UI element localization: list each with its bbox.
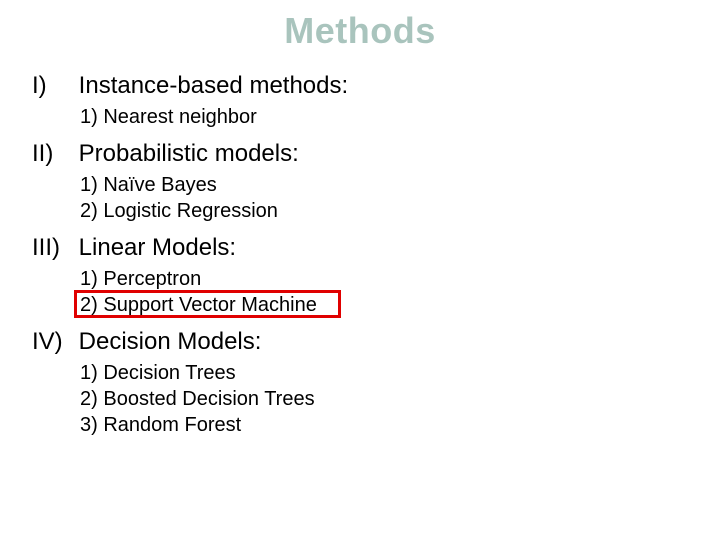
item-label: Random Forest bbox=[103, 414, 241, 436]
section-label: Instance-based methods: bbox=[79, 72, 349, 99]
section-number: II) bbox=[32, 140, 72, 168]
item-number: 1) bbox=[80, 362, 98, 385]
highlight-box bbox=[74, 290, 341, 318]
list-item: 3) Random Forest bbox=[80, 414, 241, 437]
section-linear: III) Linear Models: bbox=[32, 234, 236, 262]
section-probabilistic: II) Probabilistic models: bbox=[32, 140, 299, 168]
item-number: 3) bbox=[80, 414, 98, 437]
item-label: Logistic Regression bbox=[103, 200, 278, 222]
section-label: Linear Models: bbox=[79, 234, 236, 261]
section-number: III) bbox=[32, 234, 72, 262]
section-instance-based: I) Instance-based methods: bbox=[32, 72, 348, 100]
item-label: Naïve Bayes bbox=[103, 174, 216, 196]
item-label: Decision Trees bbox=[103, 362, 235, 384]
slide: Methods I) Instance-based methods: 1) Ne… bbox=[0, 0, 720, 540]
item-number: 1) bbox=[80, 174, 98, 197]
item-number: 2) bbox=[80, 388, 98, 411]
item-label: Nearest neighbor bbox=[103, 106, 256, 128]
list-item: 1) Perceptron bbox=[80, 268, 201, 291]
item-label: Boosted Decision Trees bbox=[103, 388, 314, 410]
item-number: 2) bbox=[80, 200, 98, 223]
section-decision: IV) Decision Models: bbox=[32, 328, 261, 356]
list-item: 2) Boosted Decision Trees bbox=[80, 388, 315, 411]
section-label: Probabilistic models: bbox=[79, 140, 299, 167]
list-item: 2) Logistic Regression bbox=[80, 200, 278, 223]
item-number: 1) bbox=[80, 106, 98, 129]
list-item: 1) Decision Trees bbox=[80, 362, 236, 385]
item-number: 1) bbox=[80, 268, 98, 291]
list-item: 1) Naïve Bayes bbox=[80, 174, 217, 197]
list-item: 1) Nearest neighbor bbox=[80, 106, 257, 129]
section-number: IV) bbox=[32, 328, 72, 356]
section-number: I) bbox=[32, 72, 72, 100]
item-label: Perceptron bbox=[103, 268, 201, 290]
slide-title: Methods bbox=[0, 10, 720, 52]
section-label: Decision Models: bbox=[79, 328, 262, 355]
